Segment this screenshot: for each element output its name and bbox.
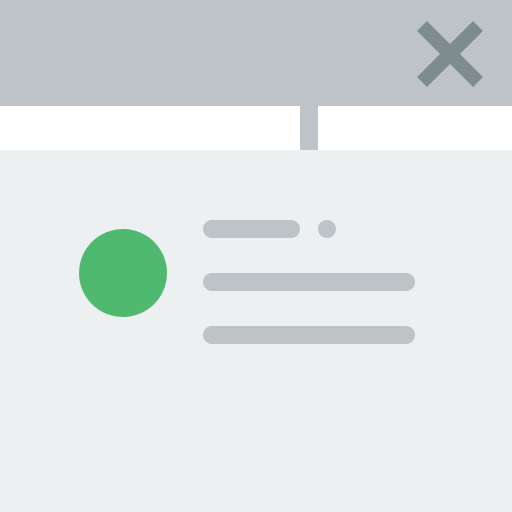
- header-gap: [0, 106, 512, 150]
- close-icon: [417, 21, 483, 87]
- body-placeholder-line: [203, 273, 415, 291]
- connector-bar: [300, 106, 318, 150]
- title-placeholder-line: [203, 220, 300, 238]
- title-bar: [0, 0, 512, 106]
- close-button[interactable]: [412, 16, 488, 92]
- status-dot: [318, 220, 336, 238]
- avatar: [79, 229, 167, 317]
- body-placeholder-line: [203, 326, 415, 344]
- window-frame: [0, 0, 512, 512]
